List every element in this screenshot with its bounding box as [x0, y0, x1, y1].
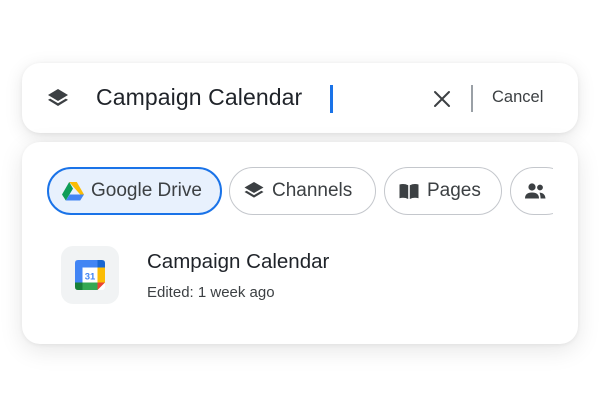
close-icon[interactable] — [433, 90, 451, 108]
search-input[interactable]: Campaign Calendar — [96, 84, 302, 111]
filter-chip-label: Pages — [427, 180, 481, 201]
result-title: Campaign Calendar — [147, 250, 330, 273]
layers-icon — [48, 89, 68, 106]
layers-icon — [244, 182, 264, 198]
divider — [471, 85, 473, 112]
filter-chip-google-drive[interactable]: Google Drive — [47, 167, 222, 215]
google-drive-icon — [62, 182, 84, 201]
google-calendar-icon: 31 — [75, 260, 105, 290]
book-icon — [399, 183, 419, 199]
result-meta: Edited: 1 week ago — [147, 284, 275, 301]
filter-chip-label: Channels — [272, 180, 353, 201]
calendar-icon-text: 31 — [85, 271, 96, 282]
filter-chip-row[interactable]: Google Drive Channels Pages — [47, 167, 553, 219]
search-bar[interactable]: Campaign Calendar Cancel — [22, 63, 578, 133]
results-panel: Google Drive Channels Pages 31 Campaign … — [22, 142, 578, 344]
cancel-button[interactable]: Cancel — [492, 88, 543, 107]
list-item[interactable]: 31 Campaign Calendar Edited: 1 week ago — [22, 240, 578, 310]
filter-chip-label: Google Drive — [91, 180, 202, 201]
search-screen: Campaign Calendar Cancel Google Drive Ch… — [0, 0, 600, 410]
text-cursor — [330, 85, 333, 113]
filter-chip-pages[interactable]: Pages — [384, 167, 502, 215]
app-tile: 31 — [61, 246, 119, 304]
people-icon — [525, 183, 546, 199]
filter-chip-channels[interactable]: Channels — [229, 167, 376, 215]
filter-chip-people[interactable] — [510, 167, 553, 215]
